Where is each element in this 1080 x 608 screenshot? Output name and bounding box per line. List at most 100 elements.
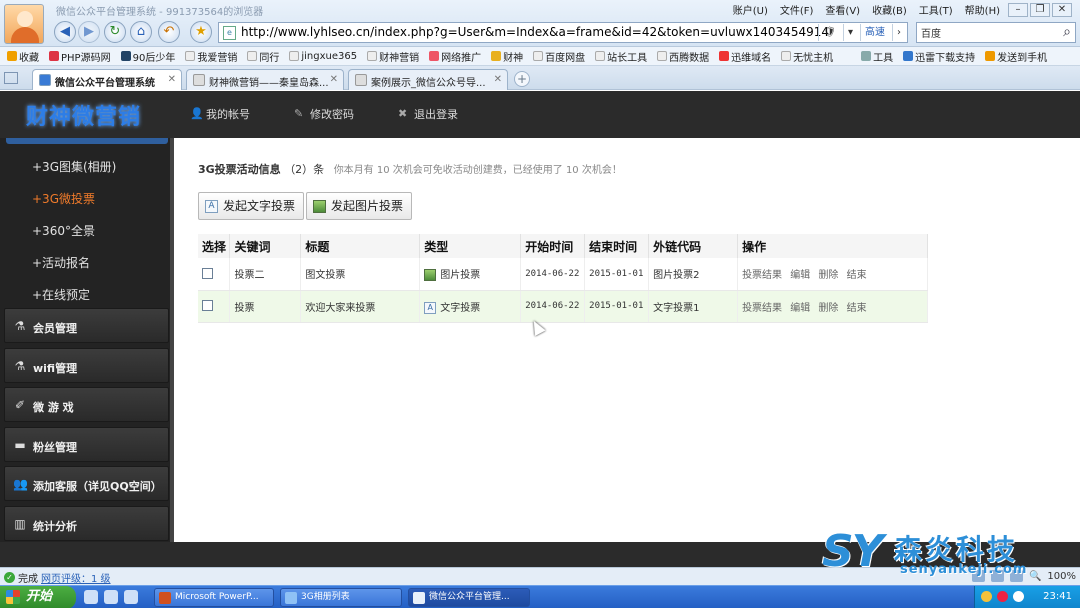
tab-close-icon[interactable]: ✕ [330,74,338,85]
sidebar-item-3g-vote[interactable]: +3G微投票 [32,190,95,207]
download-icon [903,51,914,61]
back-arrow-icon[interactable]: ◀ [54,21,76,43]
sidebar-item-online-booking[interactable]: +在线预定 [32,286,90,303]
page-rating-link[interactable]: 网页评级：1 级 [41,570,111,585]
logout-link[interactable]: ✖ 退出登录 [398,106,458,122]
change-password-link[interactable]: ✎ 修改密码 [294,106,354,122]
bookmark-item[interactable]: 网络推广 [424,49,486,64]
create-image-vote-button[interactable]: 发起图片投票 [306,192,413,220]
bookmark-item[interactable]: 百度网盘 [528,49,590,64]
home-icon[interactable]: ⌂ [130,21,152,43]
tray-icon[interactable] [997,591,1008,602]
bookmark-item[interactable]: jingxue365 [284,51,362,62]
bookmark-item[interactable]: 财神营销 [362,49,424,64]
bookmark-item[interactable]: 财神 [486,49,528,64]
favorite-star-icon[interactable]: ★ [190,21,212,43]
bookmark-item[interactable]: 收藏 [2,49,44,64]
menu-tools[interactable]: 工具(T) [913,2,959,17]
volume-icon[interactable] [1013,591,1024,602]
quicklaunch-icon[interactable] [124,590,138,604]
new-tab-icon[interactable]: + [514,71,530,87]
column-header: 外链代码 [648,234,739,258]
minimize-icon[interactable]: – [1008,2,1028,17]
sidebar-section-customer-service[interactable]: 👥 添加客服（详见QQ空间） [4,466,169,501]
taskbar-album-list[interactable]: 3G相册列表 [280,588,402,607]
bookmark-item[interactable]: 站长工具 [590,49,652,64]
search-engine-label: 百度 [921,29,941,40]
chart-icon: ▥ [14,517,26,531]
menu-view[interactable]: 查看(V) [819,2,866,17]
quota-note: 你本月有 10 次机会可免收活动创建费，已经使用了 10 次机会！ [333,165,622,176]
sidebar-section-members[interactable]: ⚗ 会员管理 [4,308,169,343]
user-avatar[interactable] [4,4,44,44]
delete-link[interactable]: 删除 [818,270,838,281]
taskbar-wechat-admin[interactable]: 微信公众平台管理... [408,588,530,607]
edit-link[interactable]: 编辑 [790,303,810,314]
end-link[interactable]: 结束 [847,303,867,314]
bookmark-item[interactable]: 西腾数据 [652,49,714,64]
go-arrow-icon[interactable]: › [892,24,905,41]
bookmark-item[interactable]: 90后少年 [116,49,181,64]
bookmark-item[interactable]: 发送到手机 [980,49,1052,64]
row-checkbox[interactable] [202,300,213,312]
status-text: 完成 [18,574,38,585]
create-text-vote-button[interactable]: A 发起文字投票 [198,192,305,220]
tab-close-icon[interactable]: ✕ [494,74,502,85]
tab-active[interactable]: 微信公众平台管理系统 ✕ [32,69,182,90]
row-checkbox[interactable] [202,268,213,279]
bookmark-item[interactable]: PHP源码网 [44,49,116,64]
tab-item[interactable]: 财神微营销——秦皇岛森... ✕ [186,69,344,90]
sidebar-section-games[interactable]: ✐ 微 游 戏 [4,387,169,422]
bookmark-item[interactable]: 无忧主机 [776,49,838,64]
vote-results-link[interactable]: 投票结果 [742,270,782,281]
zoom-level[interactable]: 100% [1047,571,1076,582]
tray-icon[interactable] [981,591,992,602]
bookmark-item[interactable]: 迅雷下载支持 [898,49,980,64]
browser-icon [413,592,425,604]
menu-file[interactable]: 文件(F) [774,2,820,17]
vote-results-link[interactable]: 投票结果 [742,303,782,314]
search-icon[interactable]: ⌕ [1063,24,1071,40]
menu-account[interactable]: 账户(U) [727,2,774,17]
bookmark-item[interactable]: 迅维域名 [714,49,776,64]
sidebar-toggle-icon[interactable] [4,72,18,84]
start-button[interactable]: 开始 [0,586,76,608]
menu-help[interactable]: 帮助(H) [959,2,1006,17]
vote-table: 选择 关键词 标题 类型 开始时间 结束时间 外链代码 操作 投票二 图文投票 … [198,234,928,323]
sidebar-section-statistics[interactable]: ▥ 统计分析 [4,506,169,541]
delete-link[interactable]: 删除 [818,303,838,314]
forward-arrow-icon[interactable]: ▶ [78,21,100,43]
bookmark-tools[interactable]: 工具 [856,49,898,64]
sidebar-section-fans[interactable]: ▬ 粉丝管理 [4,427,169,462]
fast-mode-button[interactable]: 高速 [860,24,889,41]
tab-item[interactable]: 案例展示_微信公众号导... ✕ [348,69,508,90]
quicklaunch-ie-icon[interactable] [84,590,98,604]
edit-link[interactable]: 编辑 [790,270,810,281]
dropdown-chevron-icon[interactable]: ▾ [842,24,857,41]
restore-icon[interactable]: ❐ [1030,2,1050,17]
sidebar-item-360-panorama[interactable]: +360°全景 [32,222,95,239]
security-shield-icon[interactable]: 🛡 [818,24,840,41]
sidebar-item-event-signup[interactable]: +活动报名 [32,254,90,271]
my-account-link[interactable]: 👤 我的帐号 [190,106,250,122]
close-icon[interactable]: ✕ [1052,2,1072,17]
bookmark-item[interactable]: 同行 [242,49,284,64]
site-logo[interactable]: 财神微营销 [26,99,141,131]
sidebar-section-wifi[interactable]: ⚗ wifi管理 [4,348,169,383]
quicklaunch-icon[interactable] [104,590,118,604]
refresh-icon[interactable]: ↻ [104,21,126,43]
end-link[interactable]: 结束 [847,270,867,281]
text-icon: A [424,301,437,314]
search-box[interactable]: 百度 ⌕ [916,22,1076,43]
url-text[interactable]: http://www.lyhlseo.cn/index.php?g=User&m… [241,25,829,39]
address-bar[interactable]: e http://www.lyhlseo.cn/index.php?g=User… [218,22,908,43]
tab-close-icon[interactable]: ✕ [168,74,176,85]
taskbar-powerpoint[interactable]: Microsoft PowerP... [154,588,274,607]
undo-icon[interactable]: ↶ [158,21,180,43]
menu-favorites[interactable]: 收藏(B) [866,2,913,17]
logout-icon: ✖ [398,107,408,120]
keyword-cell: 投票二 [229,258,302,291]
sidebar-item-photo-album[interactable]: +3G图集(相册) [32,158,116,175]
bookmark-item[interactable]: 我爱营销 [180,49,242,64]
sidebar: +3G图集(相册) +3G微投票 +360°全景 +活动报名 +在线预定 ⚗ 会员… [0,138,174,542]
